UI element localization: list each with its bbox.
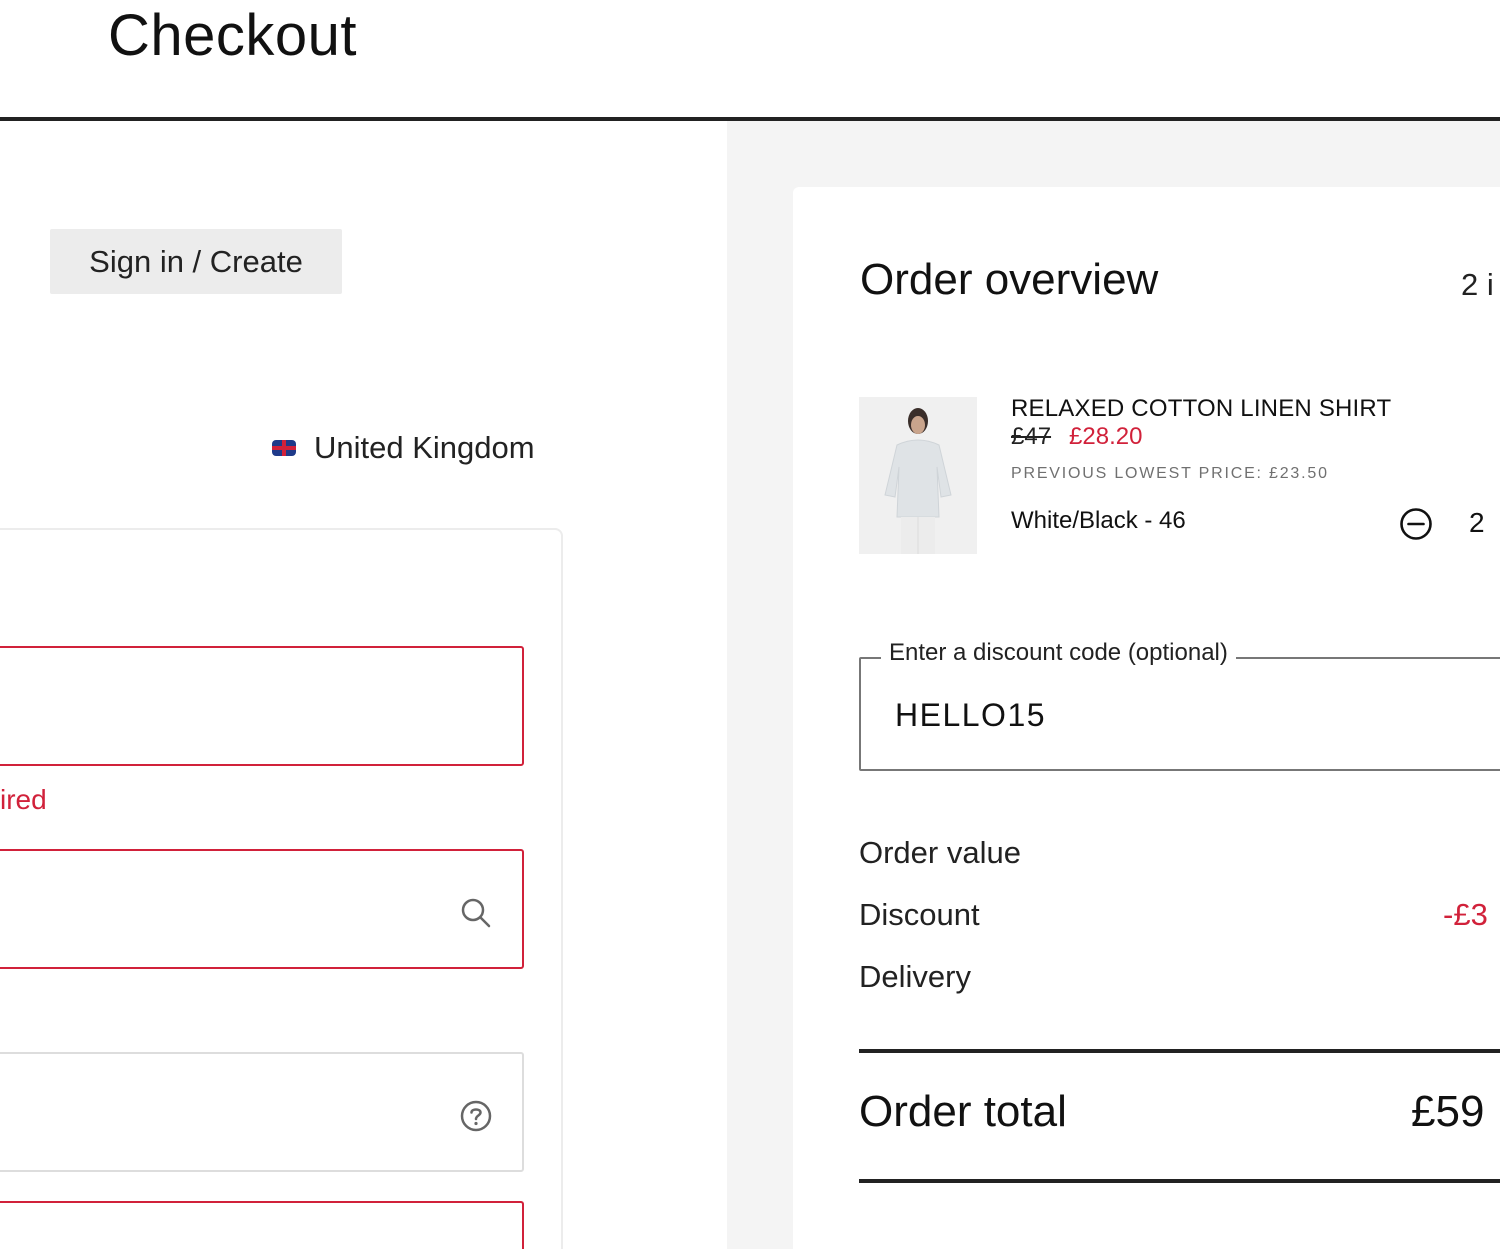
- delivery-label: Delivery: [859, 959, 971, 994]
- order-total-label: Order total: [859, 1087, 1067, 1136]
- page-title: Checkout: [108, 3, 358, 68]
- total-divider-top: [859, 1049, 1500, 1053]
- country-selector[interactable]: United Kingdom: [272, 426, 535, 470]
- uk-flag-icon: [272, 440, 296, 456]
- optional-field[interactable]: [0, 1052, 524, 1172]
- order-value-label: Order value: [859, 835, 1021, 870]
- help-circle-icon[interactable]: [460, 1100, 492, 1132]
- checkout-page: Checkout Sign in / Create United Kingdom…: [0, 0, 1500, 1249]
- checkout-form-column: Sign in / Create United Kingdom ired: [0, 121, 727, 1249]
- discount-code-input[interactable]: [893, 689, 1397, 741]
- product-variant: White/Black - 46: [1011, 507, 1186, 534]
- address-search-field[interactable]: [0, 849, 524, 969]
- shirt-model-image: [859, 397, 977, 554]
- page-header: Checkout: [0, 0, 1500, 121]
- text-field-partial[interactable]: [0, 1201, 524, 1249]
- product-name[interactable]: RELAXED COTTON LINEN SHIRT: [1011, 395, 1391, 423]
- original-price: £47: [1011, 423, 1052, 450]
- product-image[interactable]: [859, 397, 977, 554]
- sale-price: £28.20: [1069, 423, 1143, 450]
- country-name: United Kingdom: [314, 430, 535, 465]
- order-summary-column: Order overview 2 i RELAXED COTTON LINEN …: [727, 121, 1500, 1249]
- order-total-value: £59: [1411, 1087, 1485, 1136]
- discount-label: Discount: [859, 897, 980, 932]
- order-summary-card: Order overview 2 i RELAXED COTTON LINEN …: [793, 187, 1500, 1249]
- search-icon[interactable]: [460, 897, 492, 929]
- product-price: £47 £28.20: [1011, 423, 1142, 451]
- total-divider-bottom: [859, 1179, 1500, 1183]
- sign-in-create-button[interactable]: Sign in / Create: [50, 229, 342, 294]
- discount-code-label: Enter a discount code (optional): [881, 639, 1236, 667]
- quantity-value: 2: [1469, 507, 1485, 538]
- minus-circle-icon[interactable]: [1399, 507, 1433, 541]
- previous-lowest-price: PREVIOUS LOWEST PRICE: £23.50: [1011, 465, 1329, 482]
- order-overview-title: Order overview: [860, 255, 1159, 304]
- discount-value: -£3: [1443, 897, 1488, 932]
- item-count: 2 i: [1461, 267, 1494, 302]
- required-text-field[interactable]: [0, 646, 524, 766]
- field-error-message: ired: [0, 784, 47, 815]
